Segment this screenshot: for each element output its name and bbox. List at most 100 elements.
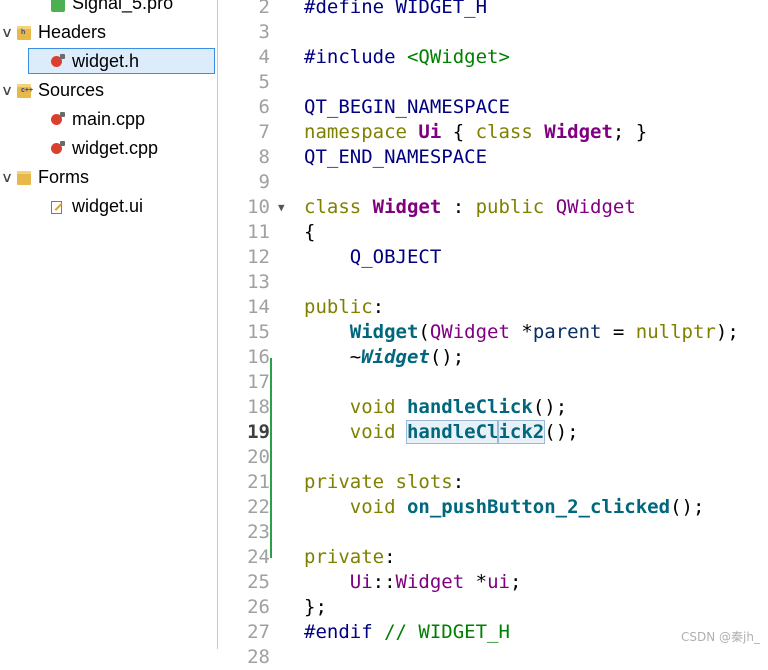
code-line[interactable]: 13 (218, 270, 768, 295)
code-token: :: (372, 571, 396, 593)
code-token: (); (429, 346, 465, 368)
code-line[interactable]: 24 private: (218, 545, 768, 570)
line-number: 6 (258, 96, 270, 118)
code-token: void (349, 396, 407, 418)
code-text[interactable]: ~Widget(); (304, 345, 464, 370)
code-token: : (384, 546, 396, 568)
source-file-icon (51, 141, 65, 154)
expand-chevron-icon[interactable]: ∨ (0, 169, 14, 186)
code-text[interactable]: #define WIDGET_H (304, 0, 487, 20)
code-token: #define WIDGET_H (304, 0, 488, 18)
code-text[interactable]: }; (304, 595, 327, 620)
watermark: CSDN @秦jh_ (681, 630, 760, 644)
code-text[interactable]: { (304, 220, 315, 245)
source-file-icon (51, 112, 65, 125)
code-token: private (304, 471, 396, 493)
code-text[interactable]: Widget(QWidget *parent = nullptr); (304, 320, 739, 345)
code-token: <QWidget> (406, 46, 510, 68)
code-token: parent (532, 321, 602, 343)
code-line[interactable]: 5 (218, 70, 768, 95)
code-text[interactable]: private: (304, 545, 396, 570)
expand-chevron-icon[interactable]: ∨ (0, 82, 14, 99)
tree-item-headers[interactable]: ∨ h Headers (0, 18, 217, 47)
code-text[interactable]: #include <QWidget> (304, 45, 510, 70)
code-text[interactable]: class Widget : public QWidget (304, 195, 636, 220)
code-text[interactable]: Ui::Widget *ui; (304, 570, 522, 595)
code-token: class (304, 196, 373, 218)
code-line[interactable]: 8 QT_END_NAMESPACE (218, 145, 768, 170)
code-line[interactable]: 15 Widget(QWidget *parent = nullptr); (218, 320, 768, 345)
code-text[interactable]: void on_pushButton_2_clicked(); (304, 495, 705, 520)
code-token: private (304, 546, 385, 568)
code-line[interactable]: 9 (218, 170, 768, 195)
code-text[interactable]: QT_BEGIN_NAMESPACE (304, 95, 510, 120)
code-token: Widget (544, 121, 613, 143)
code-line[interactable]: 26}; (218, 595, 768, 620)
code-line[interactable]: 7 namespace Ui { class Widget; } (218, 120, 768, 145)
code-text[interactable]: Q_OBJECT (304, 245, 442, 270)
code-token: QWidget (555, 196, 636, 218)
code-line[interactable]: 21 private slots: (218, 470, 768, 495)
line-number: 4 (258, 46, 270, 68)
code-line[interactable]: 25 Ui::Widget *ui; (218, 570, 768, 595)
folder-icon: h (17, 26, 31, 40)
code-token: void (349, 496, 407, 518)
code-line[interactable]: 22 void on_pushButton_2_clicked(); (218, 495, 768, 520)
code-token: slots (395, 471, 453, 493)
code-line[interactable]: 11 { (218, 220, 768, 245)
line-number: 20 (247, 446, 270, 468)
code-text[interactable]: QT_END_NAMESPACE (304, 145, 487, 170)
code-token: : (441, 196, 476, 218)
code-line[interactable]: 12 Q_OBJECT (218, 245, 768, 270)
tree-item-label: widget.ui (72, 196, 144, 216)
tree-item-sources[interactable]: ∨ c++ Sources (0, 76, 217, 105)
expand-chevron-icon[interactable]: ∨ (0, 24, 14, 41)
code-line[interactable]: 4 #include <QWidget> (218, 45, 768, 70)
code-token: (); (670, 496, 705, 518)
code-line[interactable]: 20 (218, 445, 768, 470)
folder-icon (17, 171, 31, 185)
code-line[interactable]: 6 QT_BEGIN_NAMESPACE (218, 95, 768, 120)
project-tree[interactable]: Signal_5.pro ∨ h Headers widget.h ∨ c++ Sources… (0, 0, 218, 649)
code-line[interactable]: 19 void handleClick2(); (218, 420, 768, 445)
tree-item-label: widget.h (72, 51, 140, 71)
line-number: 22 (247, 496, 270, 518)
code-line[interactable]: 23 (218, 520, 768, 545)
line-number: 11 (247, 221, 270, 243)
code-token: public (304, 296, 373, 318)
code-text[interactable]: private slots: (304, 470, 464, 495)
tree-item-label: Headers (38, 22, 107, 42)
code-token: namespace (304, 121, 419, 143)
code-text[interactable]: #endif // WIDGET_H (304, 620, 510, 645)
code-token: ~ (304, 346, 362, 368)
code-token: // WIDGET_H (384, 621, 510, 643)
tree-item-label: Forms (38, 167, 89, 187)
code-token: #include (304, 46, 407, 68)
code-line[interactable]: 3 (218, 20, 768, 45)
code-token: class (475, 121, 545, 143)
code-text[interactable]: public: (304, 295, 384, 320)
code-line[interactable]: 18 void handleClick(); (218, 395, 768, 420)
folder-icon: c++ (17, 84, 33, 98)
code-line[interactable]: 10 ▼ class Widget : public QWidget (218, 195, 768, 220)
tree-item-widget-cpp[interactable]: widget.cpp (0, 134, 217, 163)
tree-item-main-cpp[interactable]: main.cpp (0, 105, 217, 134)
tree-item-forms[interactable]: ∨ Forms (0, 163, 217, 192)
tree-item-signal-5-pro[interactable]: Signal_5.pro (0, 0, 217, 18)
fold-arrow-icon[interactable]: ▼ (278, 195, 285, 220)
code-line[interactable]: 17 (218, 370, 768, 395)
code-line[interactable]: 2 #define WIDGET_H (218, 0, 768, 20)
code-text[interactable]: void handleClick(); (304, 395, 567, 420)
tree-item-widget-ui[interactable]: widget.ui (0, 192, 217, 221)
code-token: handleClick (406, 396, 533, 418)
code-token: QT_END_NAMESPACE (304, 146, 488, 168)
code-editor[interactable]: 2 #define WIDGET_H 3 4 #include <QWidget> 5 6 Q… (218, 0, 768, 668)
code-text[interactable]: namespace Ui { class Widget; } (304, 120, 647, 145)
code-line[interactable]: 16 ~Widget(); (218, 345, 768, 370)
code-line[interactable]: 14 public: (218, 295, 768, 320)
tree-item-widget-h[interactable]: widget.h (0, 47, 217, 76)
code-text[interactable]: void handleClick2(); (304, 420, 579, 445)
